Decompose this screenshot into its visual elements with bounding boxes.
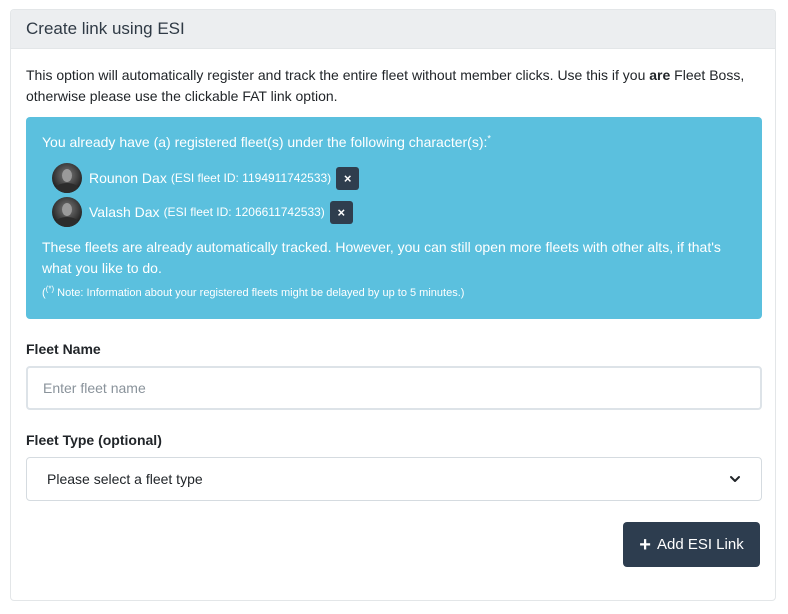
fleet-type-group: Fleet Type (optional) Please select a fl… [26, 432, 762, 501]
fleet-name-input[interactable] [26, 366, 762, 410]
character-list: Rounon Dax (ESI fleet ID: 1194911742533)… [52, 161, 746, 229]
alert-description: These fleets are already automatically t… [42, 239, 721, 276]
card-title: Create link using ESI [26, 19, 185, 38]
form-actions: + Add ESI Link [26, 522, 760, 567]
intro-text-bold: are [649, 67, 671, 83]
character-name: Rounon Dax [89, 170, 167, 186]
character-name: Valash Dax [89, 204, 160, 220]
plus-icon: + [639, 533, 651, 556]
fleet-name-group: Fleet Name [26, 341, 762, 410]
card-body: This option will automatically register … [11, 49, 775, 567]
fleet-type-select[interactable]: Please select a fleet type [26, 457, 762, 501]
fleet-type-selected-value: Please select a fleet type [47, 471, 203, 487]
note-footnote-mark: (*) [45, 284, 55, 294]
chevron-down-icon [730, 476, 740, 482]
character-fleet-id: (ESI fleet ID: 1206611742533) [163, 205, 325, 219]
add-esi-link-button[interactable]: + Add ESI Link [623, 522, 760, 567]
avatar [52, 197, 82, 227]
alert-title-footnote-mark: * [487, 133, 491, 144]
add-esi-link-label: Add ESI Link [656, 536, 744, 553]
avatar [52, 163, 82, 193]
remove-fleet-button[interactable]: × [336, 166, 360, 190]
registered-fleets-alert: You already have (a) registered fleet(s)… [26, 117, 762, 319]
alert-note: ((*) Note: Information about your regist… [42, 285, 746, 301]
character-fleet-id: (ESI fleet ID: 1194911742533) [170, 171, 332, 185]
fleet-type-label: Fleet Type (optional) [26, 432, 162, 448]
character-row: Rounon Dax (ESI fleet ID: 1194911742533)… [52, 161, 746, 195]
character-row: Valash Dax (ESI fleet ID: 1206611742533)… [52, 195, 746, 229]
note-text: Note: Information about your registered … [54, 287, 465, 299]
close-icon: × [343, 170, 352, 186]
fleet-name-label: Fleet Name [26, 341, 101, 357]
alert-title: You already have (a) registered fleet(s)… [42, 131, 746, 153]
card-header: Create link using ESI [11, 10, 775, 49]
close-icon: × [337, 204, 346, 220]
alert-title-text: You already have (a) registered fleet(s)… [42, 134, 488, 150]
remove-fleet-button[interactable]: × [329, 200, 353, 224]
intro-text-start: This option will automatically register … [26, 67, 650, 83]
esi-link-card: Create link using ESI This option will a… [10, 9, 776, 601]
intro-text: This option will automatically register … [26, 65, 760, 107]
